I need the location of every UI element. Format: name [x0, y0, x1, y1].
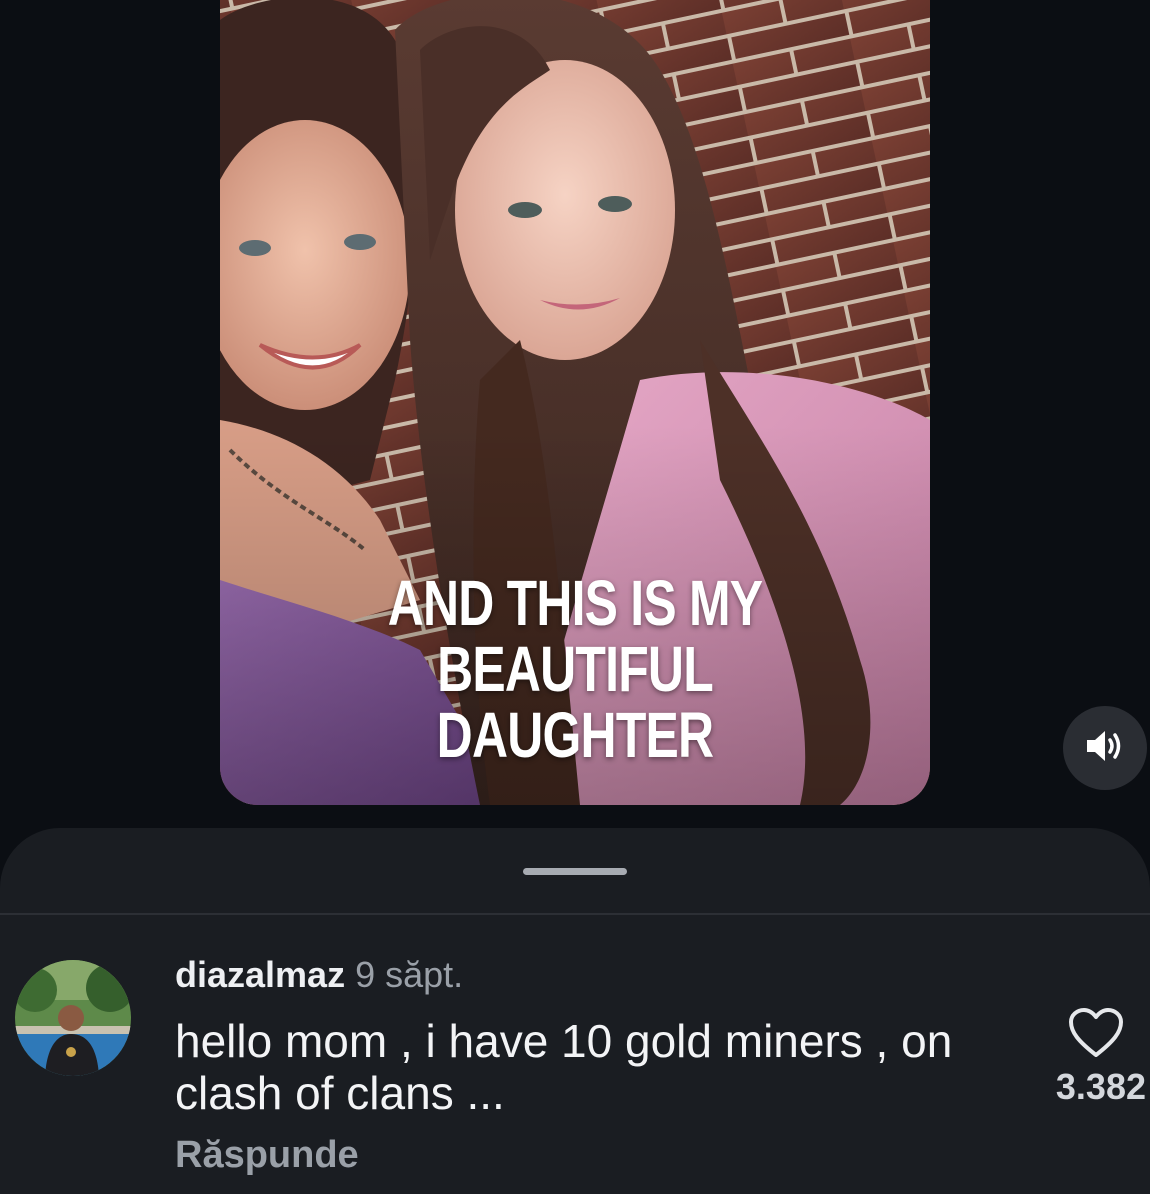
comments-sheet: diazalmaz 9 săpt. hello mom , i have 10 g… — [0, 828, 1150, 1194]
like-button[interactable] — [1068, 1007, 1124, 1059]
sheet-drag-handle[interactable] — [523, 868, 627, 875]
caption-line-2: BEAUTIFUL DAUGHTER — [436, 633, 714, 771]
comment-text: hello mom , i have 10 gold miners , on c… — [175, 1015, 953, 1119]
video-caption: AND THIS IS MY BEAUTIFUL DAUGHTER — [298, 570, 852, 768]
video-player[interactable]: AND THIS IS MY BEAUTIFUL DAUGHTER — [220, 0, 930, 805]
reply-button[interactable]: Răspunde — [175, 1133, 359, 1177]
avatar[interactable] — [15, 960, 131, 1076]
reel-comments-screen: AND THIS IS MY BEAUTIFUL DAUGHTER diazal… — [0, 0, 1150, 1194]
volume-button[interactable] — [1063, 706, 1147, 790]
like-count: 3.382 — [1055, 1066, 1146, 1107]
heart-outline-icon — [1068, 1008, 1124, 1063]
volume-on-icon — [1085, 729, 1125, 768]
comment-header: diazalmaz 9 săpt. — [175, 953, 463, 997]
caption-line-1: AND THIS IS MY — [387, 567, 763, 639]
comment-item: diazalmaz 9 săpt. hello mom , i have 10 g… — [0, 915, 1150, 1194]
comment-username[interactable]: diazalmaz — [175, 954, 345, 995]
comment-timestamp: 9 săpt. — [355, 954, 464, 995]
